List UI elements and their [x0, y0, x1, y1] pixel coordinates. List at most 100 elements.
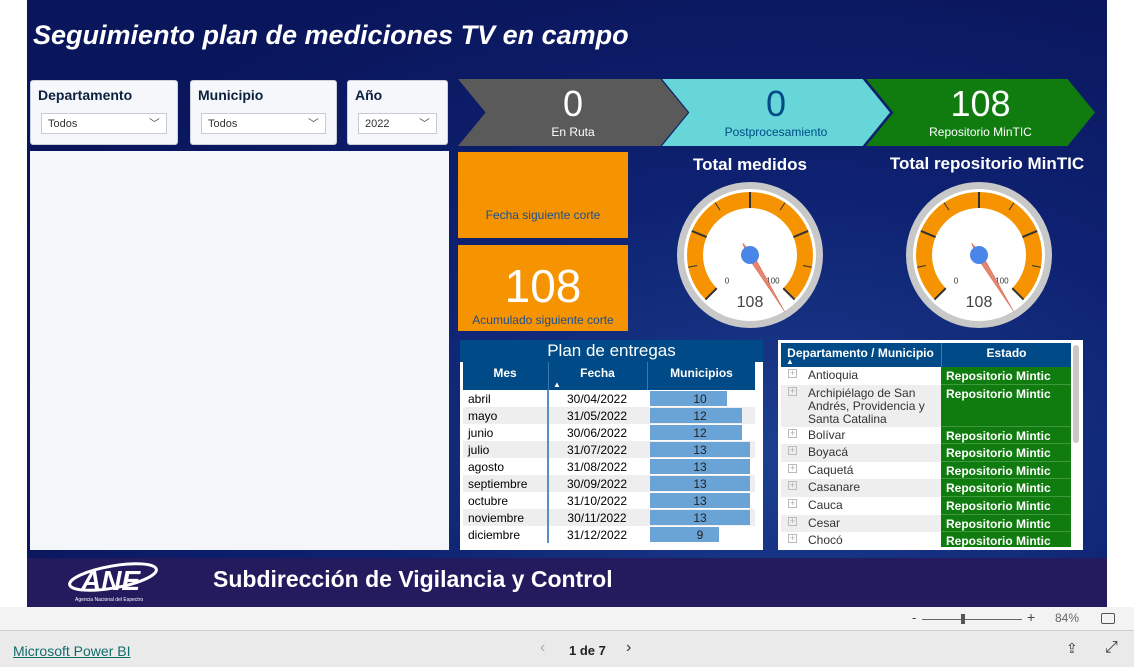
ane-logo: ANE Agencia Nacional del Espectro	[61, 560, 161, 604]
cell-estado: Repositorio Mintic	[941, 367, 1071, 385]
powerbi-link[interactable]: Microsoft Power BI	[13, 643, 130, 659]
dropdown-value: 2022	[365, 118, 390, 130]
col-mes[interactable]: Mes	[463, 366, 547, 380]
cell-fecha: 31/08/2022	[566, 460, 628, 474]
svg-text:Agencia Nacional del Espectro: Agencia Nacional del Espectro	[75, 597, 143, 603]
next-page-button[interactable]: ›	[626, 639, 631, 657]
filter-label: Departamento	[38, 87, 133, 103]
expand-icon[interactable]: +	[788, 481, 797, 491]
filter-anio: Año 2022 ﹀	[347, 80, 448, 145]
cell-departamento: Cauca	[808, 498, 843, 512]
cell-municipios: 12	[693, 409, 707, 423]
cell-fecha: 31/10/2022	[566, 494, 628, 508]
kpi-repositorio-mintic: 108 Repositorio MinTIC	[866, 79, 1095, 146]
svg-text:ANE: ANE	[80, 565, 141, 596]
cell-estado: Repositorio Mintic	[941, 514, 1071, 533]
zoom-out-button[interactable]: -	[912, 610, 916, 625]
filter-label: Municipio	[198, 87, 264, 103]
cell-mes: mayo	[468, 409, 498, 423]
expand-icon[interactable]: +	[788, 369, 797, 378]
table-header: Mes Fecha ▲ Municipios	[463, 362, 755, 390]
table-row[interactable]: + Boyacá Repositorio Mintic	[781, 444, 1071, 462]
zoom-in-button[interactable]: +	[1027, 609, 1035, 625]
cell-mes: septiembre	[468, 477, 528, 491]
expand-icon[interactable]: +	[788, 516, 797, 526]
table-row[interactable]: + Archipiélago de San Andrés, Providenci…	[781, 384, 1071, 427]
cell-estado: Repositorio Mintic	[941, 532, 1071, 547]
zoom-slider[interactable]	[922, 619, 1022, 620]
gauge-hub	[741, 246, 759, 264]
gauge-min-label: 0	[725, 276, 730, 285]
kpi-value: 108	[950, 83, 1011, 124]
col-estado[interactable]: Estado	[941, 343, 1071, 367]
cell-municipios: 13	[693, 494, 707, 508]
col-fecha[interactable]: Fecha ▲	[548, 362, 646, 390]
table-row[interactable]: + Chocó Repositorio Mintic	[781, 532, 1071, 547]
cell-mes: octubre	[468, 494, 509, 508]
table-row: septiembre 30/09/2022 13	[463, 475, 755, 492]
zoom-slider-handle[interactable]	[961, 614, 965, 624]
table-row: junio 30/06/2022 12	[463, 424, 755, 441]
dropdown-value: Todos	[48, 118, 78, 130]
cell-departamento: Casanare	[808, 480, 861, 495]
cell-departamento: Cesar	[808, 515, 841, 530]
acumulado-card: 108 Acumulado siguiente corte	[458, 245, 628, 331]
report-canvas: Seguimiento plan de mediciones TV en cam…	[27, 0, 1107, 607]
table-row[interactable]: + Antioquia Repositorio Mintic	[781, 367, 1071, 385]
gauge-title: Total medidos	[693, 155, 807, 174]
col-municipios[interactable]: Municipios	[647, 362, 755, 390]
map-panel[interactable]	[30, 151, 449, 550]
table-row[interactable]: + Bolívar Repositorio Mintic	[781, 426, 1071, 445]
table-row: noviembre 30/11/2022 13	[463, 509, 755, 526]
powerbi-nav-bar: Microsoft Power BI ‹ 1 de 7 › ⇪ ⤢	[0, 631, 1134, 667]
dropdown-value: Todos	[208, 118, 238, 130]
filter-municipio: Municipio Todos ﹀	[190, 80, 337, 145]
table-row[interactable]: + Cauca Repositorio Mintic	[781, 497, 1071, 515]
cell-departamento: Chocó	[808, 533, 843, 547]
table-title: Plan de entregas	[460, 340, 763, 362]
kpi-value: 0	[562, 83, 584, 124]
cell-fecha: 31/07/2022	[566, 443, 628, 457]
table-row[interactable]: + Cesar Repositorio Mintic	[781, 514, 1071, 533]
cell-mes: diciembre	[468, 528, 521, 542]
municipio-dropdown[interactable]: Todos ﹀	[201, 113, 326, 134]
zoom-level: 84%	[1055, 611, 1080, 625]
anio-dropdown[interactable]: 2022 ﹀	[358, 113, 437, 134]
cell-estado: Repositorio Mintic	[941, 426, 1071, 445]
scrollbar[interactable]	[1073, 345, 1079, 443]
cell-municipios: 10	[693, 392, 707, 406]
departamento-dropdown[interactable]: Todos ﹀	[41, 113, 167, 134]
plan-entregas-table: Plan de entregas Mes Fecha ▲ Municipios a…	[460, 340, 763, 550]
table-row[interactable]: + Caquetá Repositorio Mintic	[781, 461, 1071, 480]
gauge-value: 108	[737, 294, 764, 311]
gauge-title: Total repositorio MinTIC	[889, 154, 1085, 173]
table-row[interactable]: + Casanare Repositorio Mintic	[781, 479, 1071, 497]
cell-departamento: Caquetá	[808, 462, 854, 477]
kpi-value: 0	[765, 83, 787, 124]
expand-icon[interactable]: +	[788, 499, 797, 508]
filter-label: Año	[355, 87, 383, 103]
fullscreen-icon[interactable]: ⤢	[1105, 639, 1118, 657]
col-departamento[interactable]: Departamento / Municipio ▲	[781, 346, 940, 366]
table-row: octubre 31/10/2022 13	[463, 492, 755, 509]
kpi-label: Postprocesamiento	[724, 125, 828, 139]
chevron-down-icon: ﹀	[149, 118, 160, 130]
expand-icon[interactable]: +	[788, 534, 797, 544]
zoom-bar: - + 84%	[0, 607, 1134, 631]
cell-fecha: 31/12/2022	[566, 528, 628, 542]
cell-municipios: 13	[693, 477, 707, 491]
header-label: Departamento / Municipio	[787, 346, 934, 360]
cell-mes: abril	[468, 392, 491, 406]
expand-icon[interactable]: +	[788, 446, 797, 456]
fit-page-icon[interactable]	[1101, 613, 1115, 624]
cell-municipios: 13	[693, 511, 707, 525]
expand-icon[interactable]: +	[788, 463, 797, 473]
cell-municipios: 13	[693, 443, 707, 457]
expand-icon[interactable]: +	[788, 428, 797, 438]
share-icon[interactable]: ⇪	[1066, 640, 1078, 657]
total-repositorio-gauge: 0 100108	[906, 182, 1052, 328]
chevron-down-icon: ﹀	[419, 118, 430, 130]
kpi-label: Repositorio MinTIC	[929, 125, 1032, 139]
prev-page-button[interactable]: ‹	[540, 639, 545, 657]
expand-icon[interactable]: +	[788, 386, 797, 396]
